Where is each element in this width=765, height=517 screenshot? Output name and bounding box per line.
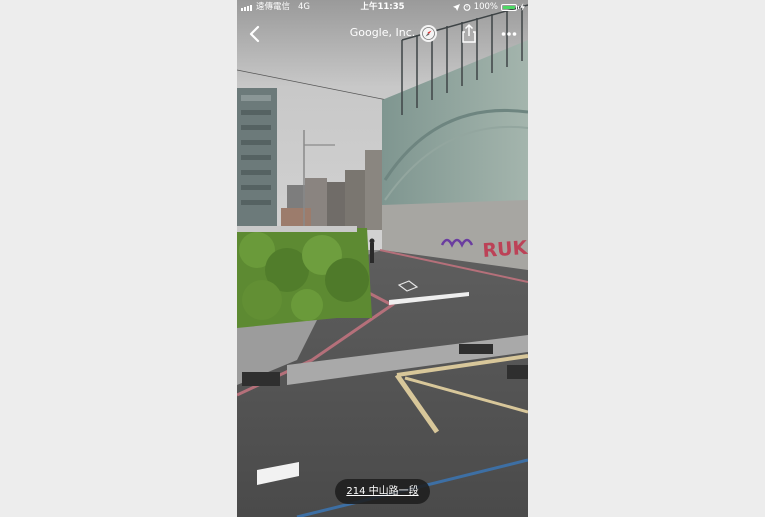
compass-button[interactable] (420, 25, 437, 42)
share-button[interactable] (459, 22, 479, 46)
compass-icon (422, 27, 435, 40)
back-button[interactable] (243, 22, 267, 46)
chevron-left-icon (249, 25, 260, 43)
ellipsis-icon (501, 32, 517, 36)
phone-screen: RUKI 遠傳電信 4G 上午11:35 100% Google, Inc. 2… (237, 0, 528, 517)
battery-icon (501, 3, 519, 11)
location-arrow-icon (452, 3, 460, 11)
status-bar: 遠傳電信 4G 上午11:35 100% (237, 0, 528, 14)
battery-percentage: 100% (473, 2, 498, 12)
share-icon (462, 23, 476, 43)
address-label[interactable]: 214 中山路一段 (335, 479, 430, 504)
street-view-panorama[interactable]: RUKI (237, 0, 528, 517)
charging-bolt-icon (520, 3, 525, 11)
graffiti: RUKI (482, 236, 528, 262)
hedge (237, 228, 372, 328)
more-options-button[interactable] (499, 26, 519, 42)
nav-bar: Google, Inc. (237, 18, 528, 50)
page-title: Google, Inc. (349, 26, 416, 39)
alarm-icon (463, 3, 471, 11)
